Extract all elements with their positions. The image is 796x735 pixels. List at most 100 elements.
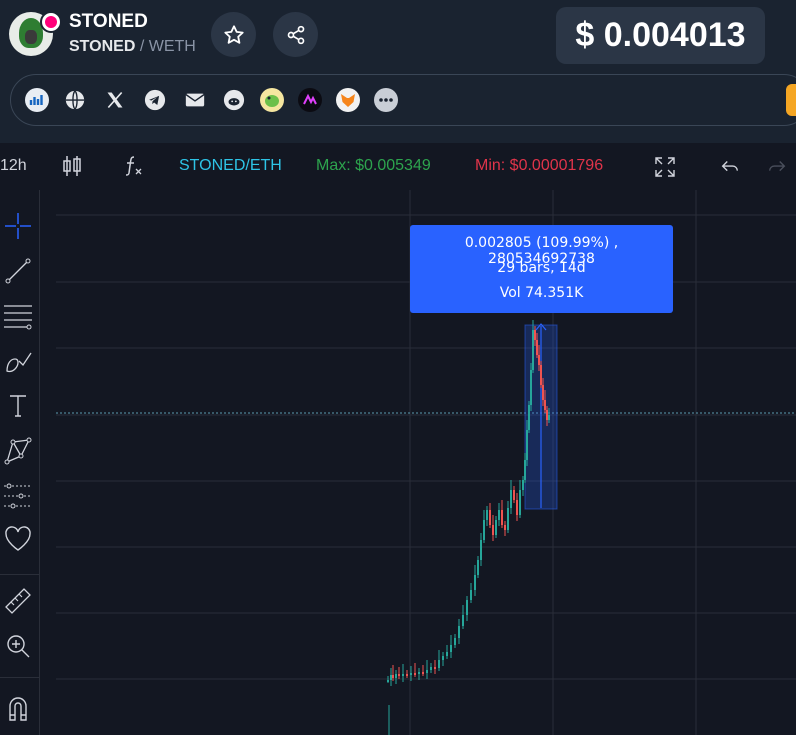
candle-body [446, 652, 448, 656]
candle-body [498, 510, 500, 520]
audit-icon[interactable] [298, 88, 322, 112]
candle-body [470, 590, 472, 600]
ruler-icon[interactable] [2, 585, 34, 617]
email-icon[interactable] [183, 88, 207, 112]
brush-icon[interactable] [2, 345, 34, 377]
candle-body [462, 615, 464, 626]
measure-bars: 29 bars, 14d [497, 260, 586, 276]
more-icon[interactable] [374, 88, 398, 112]
dextools-icon[interactable] [25, 88, 49, 112]
candle-body [528, 405, 530, 430]
candle-body [390, 675, 392, 680]
candle-body [430, 667, 432, 670]
candle-type-icon[interactable] [62, 154, 82, 183]
pair-separator: / [139, 38, 145, 55]
star-icon [223, 24, 244, 44]
undo-icon[interactable] [719, 156, 741, 183]
candle-body [395, 674, 397, 678]
uniswap-icon [40, 11, 62, 33]
candle-body [392, 675, 394, 678]
candle-body [387, 680, 389, 682]
candle-body [546, 410, 548, 420]
dex-frog-icon[interactable] [260, 88, 284, 112]
trend-line-icon[interactable] [2, 255, 34, 287]
candle-body [501, 510, 503, 525]
candle-body [510, 490, 512, 508]
candle-body [474, 575, 476, 590]
tool-divider [0, 574, 40, 575]
candle-body [534, 330, 536, 340]
candle-body [522, 480, 524, 490]
fib-retracement-icon[interactable] [2, 300, 34, 332]
interval-selector[interactable]: 12h [0, 157, 27, 175]
candle-body [450, 645, 452, 652]
metamask-icon[interactable] [336, 88, 360, 112]
fullscreen-icon[interactable] [653, 155, 677, 184]
candle-body [495, 520, 497, 535]
chart-toolbar: 12h STONED/ETH Max: $0.005349 Min: $0.00… [0, 143, 796, 190]
candle-body [519, 490, 521, 515]
candle-body [507, 508, 509, 530]
reddit-icon[interactable] [222, 88, 246, 112]
candle-body [422, 672, 424, 674]
candle-body [540, 365, 542, 385]
telegram-icon[interactable] [143, 88, 167, 112]
crosshair-icon[interactable] [2, 210, 34, 242]
prediction-tool-icon[interactable] [2, 480, 34, 512]
candle-body [544, 400, 546, 410]
candle-body [486, 510, 488, 520]
zoom-in-icon[interactable] [2, 630, 34, 662]
share-button[interactable] [273, 12, 318, 57]
pair-base: STONED [69, 38, 136, 55]
measure-volume: Vol 74.351K [499, 285, 584, 301]
indicators-icon[interactable] [121, 154, 145, 183]
candle-body [398, 674, 400, 676]
chart-pair-symbol[interactable]: STONED/ETH [179, 157, 282, 175]
pattern-tool-icon[interactable] [2, 435, 34, 467]
candle-body [426, 670, 428, 673]
x-icon[interactable] [103, 88, 127, 112]
candle-body [538, 355, 540, 365]
globe-icon[interactable] [63, 88, 87, 112]
candle-body [489, 510, 491, 525]
token-name: STONED [69, 11, 148, 32]
candle-body [410, 673, 412, 675]
candle-body [530, 370, 532, 405]
text-tool-icon[interactable] [2, 390, 34, 422]
candle-body [477, 560, 479, 575]
candle-body [466, 600, 468, 615]
candle-body [524, 460, 526, 480]
candle-body [418, 672, 420, 674]
social-links-bar [10, 74, 796, 126]
magnet-icon[interactable] [2, 692, 34, 724]
candle-body [458, 626, 460, 638]
candle-body [402, 674, 404, 676]
favorite-button[interactable] [211, 12, 256, 57]
candle-body [513, 490, 515, 500]
candle-body [442, 656, 444, 660]
candle-body [492, 525, 494, 535]
heart-icon[interactable] [2, 523, 34, 555]
candle-body [532, 330, 534, 370]
candle-body [406, 674, 408, 676]
candle-body [480, 540, 482, 560]
candle-body [483, 520, 485, 540]
candle-body [536, 340, 538, 355]
candle-body [454, 638, 456, 645]
candle-body [542, 385, 544, 400]
candle-body [548, 415, 550, 420]
candle-body [434, 667, 436, 669]
candle-body [414, 673, 416, 675]
candle-body [526, 430, 528, 460]
min-price: Min: $0.00001796 [475, 157, 604, 174]
candle-body [504, 525, 506, 530]
candle-body [438, 660, 440, 668]
pair-label: STONED / WETH [69, 38, 196, 56]
pair-quote: WETH [148, 38, 196, 55]
tool-divider [0, 677, 40, 678]
drawing-tools-panel [0, 190, 40, 735]
candle-body [516, 500, 518, 515]
action-tab[interactable] [786, 84, 796, 116]
measure-tooltip: 0.002805 (109.99%) , 280534692738 29 bar… [410, 225, 673, 313]
redo-icon[interactable] [766, 156, 788, 183]
